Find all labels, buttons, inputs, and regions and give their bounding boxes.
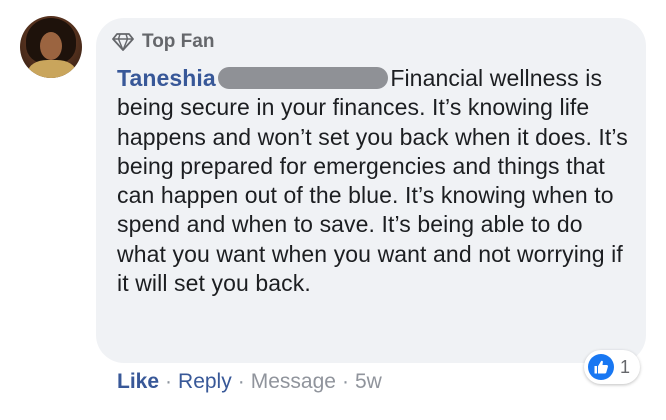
thumbs-up-icon [588, 354, 614, 380]
reaction-summary[interactable]: 1 [584, 350, 641, 384]
avatar-face [40, 32, 62, 60]
comment-body: Taneshia Financial wellness is being sec… [117, 64, 637, 298]
reply-link[interactable]: Reply [178, 370, 232, 394]
reaction-count: 1 [620, 356, 631, 377]
separator: · [237, 370, 245, 393]
top-fan-badge[interactable]: Top Fan [112, 30, 214, 54]
avatar[interactable] [20, 16, 82, 78]
comment-actions: Like · Reply · Message · 5w [117, 370, 382, 394]
author-name[interactable]: Taneshia [117, 65, 216, 91]
message-link[interactable]: Message [251, 370, 336, 394]
comment-screen: Top Fan Taneshia Financial wellness is b… [0, 0, 666, 420]
badge-label: Top Fan [142, 31, 215, 52]
separator: · [341, 370, 349, 393]
timestamp-link[interactable]: 5w [355, 370, 382, 394]
redacted-name [218, 67, 389, 89]
separator: · [165, 370, 173, 393]
diamond-icon [112, 33, 134, 51]
like-link[interactable]: Like [117, 370, 159, 394]
comment-text: Financial wellness is being secure in yo… [117, 65, 628, 297]
avatar-shirt [28, 60, 76, 78]
